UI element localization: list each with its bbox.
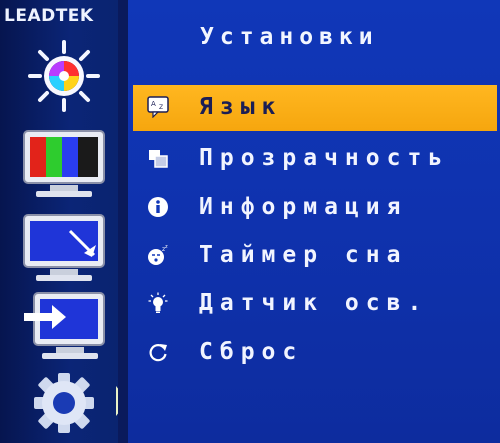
light-sensor-icon [147, 292, 169, 314]
menu-label: Язык [199, 94, 283, 120]
osd-menu: LEADTEK Установки A Z Язык Прозрачность … [0, 0, 500, 443]
menu-label: Информация [199, 194, 408, 220]
menu-item-reset[interactable]: Сброс [133, 330, 497, 376]
info-icon [147, 196, 169, 218]
menu-label: Датчик осв. [199, 290, 429, 316]
svg-text:z: z [165, 244, 168, 250]
svg-text:Z: Z [159, 104, 163, 111]
menu-label: Прозрачность [199, 145, 450, 171]
page-title: Установки [200, 24, 379, 50]
menu-item-information[interactable]: Информация [133, 185, 497, 231]
svg-text:A: A [151, 100, 156, 108]
settings-gear-icon[interactable] [22, 367, 106, 439]
resize-screen-icon[interactable] [22, 211, 106, 283]
reset-icon [147, 341, 169, 363]
language-icon: A Z [147, 96, 169, 119]
menu-item-light-sensor[interactable]: Датчик осв. [133, 281, 497, 327]
menu-item-transparency[interactable]: Прозрачность [133, 136, 497, 182]
menu-item-language[interactable]: A Z Язык [133, 85, 497, 131]
menu-label: Сброс [199, 339, 304, 365]
menu-label: Таймер сна [199, 242, 408, 268]
brightness-icon[interactable] [22, 40, 106, 112]
logo-text: LEADTEK [4, 6, 94, 26]
divider [118, 0, 128, 443]
color-bars-icon[interactable] [22, 127, 106, 199]
menu-item-sleep-timer[interactable]: z z Таймер сна [133, 233, 497, 279]
input-screen-icon[interactable] [22, 289, 106, 361]
sleep-timer-icon: z z [147, 244, 169, 266]
transparency-icon [147, 147, 169, 169]
brand-logo: LEADTEK [4, 6, 94, 26]
sidebar: LEADTEK [0, 0, 118, 443]
